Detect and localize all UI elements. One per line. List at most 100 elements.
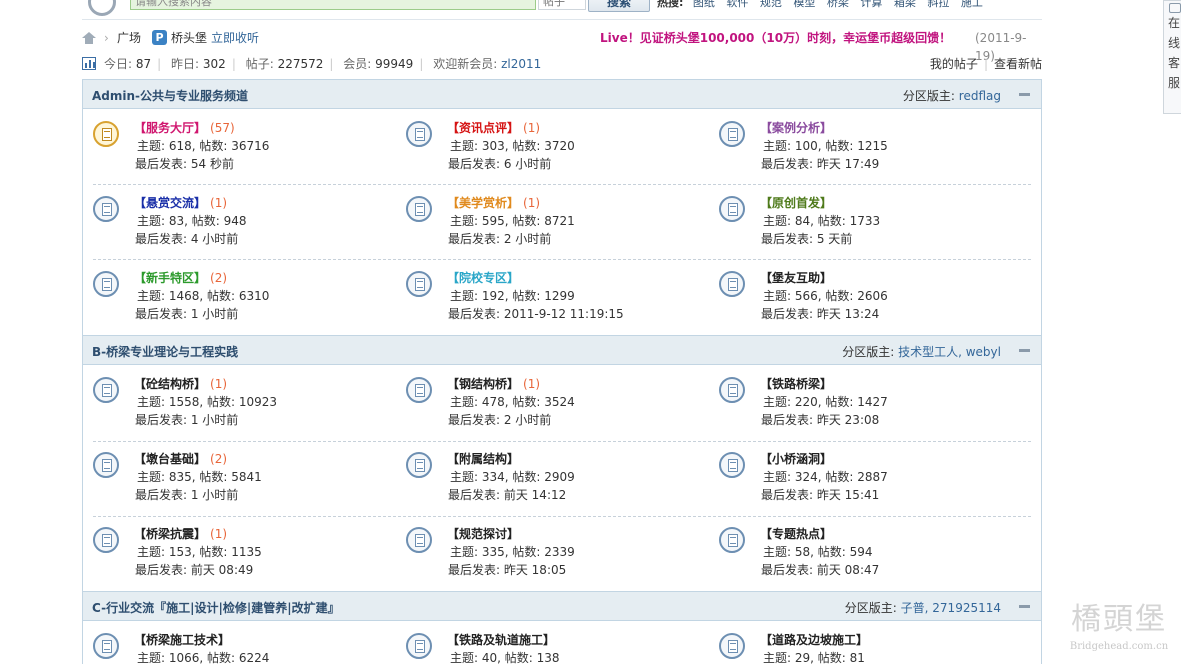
search-type-select[interactable]: 帖子 xyxy=(538,0,586,10)
forum-cell[interactable]: 【钢结构桥】 (1) 主题: 478, 帖数: 3524 最后发表: 2 小时前 xyxy=(406,375,718,439)
forum-last-post[interactable]: 最后发表: 昨天 13:24 xyxy=(761,305,879,322)
collapse-icon[interactable] xyxy=(1019,605,1030,608)
forum-cell[interactable]: 【规范探讨】 主题: 335, 帖数: 2339 最后发表: 昨天 18:05 xyxy=(406,525,718,589)
hot-term[interactable]: 斜拉 xyxy=(927,0,949,9)
forum-cell[interactable]: 【桥梁施工技术】 主题: 1066, 帖数: 6224 xyxy=(93,631,405,664)
forum-last-post[interactable]: 最后发表: 1 小时前 xyxy=(135,411,238,428)
forum-icon[interactable] xyxy=(93,527,119,553)
promo-link[interactable]: Live！见证桥头堡100,000（10万）时刻，幸运堡币超级回馈！ xyxy=(600,29,951,47)
newest-member-link[interactable]: zl2011 xyxy=(501,57,541,71)
forum-cell[interactable]: 【铁路及轨道施工】 主题: 40, 帖数: 138 xyxy=(406,631,718,664)
forum-icon[interactable] xyxy=(406,377,432,403)
search-button[interactable]: 搜索 xyxy=(588,0,650,12)
forum-icon[interactable] xyxy=(719,377,745,403)
forum-icon[interactable] xyxy=(406,271,432,297)
search-icon[interactable] xyxy=(88,0,116,16)
forum-link[interactable]: 【美学赏析】 xyxy=(447,196,519,210)
breadcrumb-brand[interactable]: 桥头堡 xyxy=(171,29,207,47)
forum-last-post[interactable]: 最后发表: 前天 08:47 xyxy=(761,561,879,578)
forum-last-post[interactable]: 最后发表: 6 小时前 xyxy=(448,155,551,172)
home-icon[interactable] xyxy=(82,32,97,45)
forum-icon[interactable] xyxy=(719,271,745,297)
forum-link[interactable]: 【钢结构桥】 xyxy=(447,377,519,391)
hot-term[interactable]: 施工 xyxy=(961,0,983,9)
search-input[interactable]: 请输入搜索内容 xyxy=(130,0,536,10)
moderator-links[interactable]: 子普, 271925114 xyxy=(901,601,1001,615)
forum-last-post[interactable]: 最后发表: 昨天 18:05 xyxy=(448,561,566,578)
forum-last-post[interactable]: 最后发表: 54 秒前 xyxy=(135,155,234,172)
forum-last-post[interactable]: 最后发表: 昨天 23:08 xyxy=(761,411,879,428)
section-title[interactable]: B-桥梁专业理论与工程实践 xyxy=(92,343,238,360)
forum-cell[interactable]: 【堡友互助】 主题: 566, 帖数: 2606 最后发表: 昨天 13:24 xyxy=(719,269,1031,333)
forum-icon[interactable] xyxy=(719,121,745,147)
forum-icon[interactable] xyxy=(406,527,432,553)
forum-last-post[interactable]: 最后发表: 前天 14:12 xyxy=(448,486,566,503)
forum-link[interactable]: 【堡友互助】 xyxy=(760,271,832,285)
forum-link[interactable]: 【桥梁抗震】 xyxy=(134,527,206,541)
forum-icon[interactable] xyxy=(93,196,119,222)
forum-icon[interactable] xyxy=(719,527,745,553)
forum-last-post[interactable]: 最后发表: 昨天 15:41 xyxy=(761,486,879,503)
forum-last-post[interactable]: 最后发表: 1 小时前 xyxy=(135,486,238,503)
breadcrumb-plaza[interactable]: 广场 xyxy=(117,29,141,47)
forum-cell[interactable]: 【原创首发】 主题: 84, 帖数: 1733 最后发表: 5 天前 xyxy=(719,194,1031,258)
forum-link[interactable]: 【铁路及轨道施工】 xyxy=(447,633,555,647)
forum-cell[interactable]: 【资讯点评】 (1) 主题: 303, 帖数: 3720 最后发表: 6 小时前 xyxy=(406,119,718,183)
new-posts-link[interactable]: 查看新帖 xyxy=(994,57,1042,71)
forum-icon[interactable] xyxy=(406,633,432,659)
forum-link[interactable]: 【悬赏交流】 xyxy=(134,196,206,210)
forum-last-post[interactable]: 最后发表: 1 小时前 xyxy=(135,305,238,322)
forum-link[interactable]: 【附属结构】 xyxy=(447,452,519,466)
forum-last-post[interactable]: 最后发表: 5 天前 xyxy=(761,230,852,247)
forum-link[interactable]: 【新手特区】 xyxy=(134,271,206,285)
forum-cell[interactable]: 【砼结构桥】 (1) 主题: 1558, 帖数: 10923 最后发表: 1 小时前 xyxy=(93,375,405,439)
forum-icon[interactable] xyxy=(93,452,119,478)
forum-icon[interactable] xyxy=(406,121,432,147)
forum-cell[interactable]: 【小桥涵洞】 主题: 324, 帖数: 2887 最后发表: 昨天 15:41 xyxy=(719,450,1031,514)
forum-cell[interactable]: 【道路及边坡施工】 主题: 29, 帖数: 81 xyxy=(719,631,1031,664)
forum-last-post[interactable]: 最后发表: 2011-9-12 11:19:15 xyxy=(448,305,624,322)
forum-icon[interactable] xyxy=(93,377,119,403)
section-title[interactable]: C-行业交流『施工|设计|检修|建管养|改扩建』 xyxy=(92,599,340,616)
online-service-panel[interactable]: 在 线 客 服 xyxy=(1163,0,1181,114)
forum-icon[interactable] xyxy=(719,196,745,222)
forum-link[interactable]: 【资讯点评】 xyxy=(447,121,519,135)
forum-link[interactable]: 【服务大厅】 xyxy=(134,121,206,135)
forum-last-post[interactable]: 最后发表: 2 小时前 xyxy=(448,411,551,428)
forum-cell[interactable]: 【专题热点】 主题: 58, 帖数: 594 最后发表: 前天 08:47 xyxy=(719,525,1031,589)
hot-term[interactable]: 箱梁 xyxy=(894,0,916,9)
forum-icon[interactable] xyxy=(719,633,745,659)
moderator-links[interactable]: 技术型工人, webyl xyxy=(898,345,1001,359)
forum-cell[interactable]: 【铁路桥梁】 主题: 220, 帖数: 1427 最后发表: 昨天 23:08 xyxy=(719,375,1031,439)
forum-cell[interactable]: 【院校专区】 主题: 192, 帖数: 1299 最后发表: 2011-9-12 1… xyxy=(406,269,718,333)
forum-last-post[interactable]: 最后发表: 昨天 17:49 xyxy=(761,155,879,172)
hot-term[interactable]: 软件 xyxy=(726,0,748,9)
forum-cell[interactable]: 【墩台基础】 (2) 主题: 835, 帖数: 5841 最后发表: 1 小时前 xyxy=(93,450,405,514)
forum-icon[interactable] xyxy=(719,452,745,478)
collapse-icon[interactable] xyxy=(1019,349,1030,352)
forum-cell[interactable]: 【美学赏析】 (1) 主题: 595, 帖数: 8721 最后发表: 2 小时前 xyxy=(406,194,718,258)
forum-last-post[interactable]: 最后发表: 前天 08:49 xyxy=(135,561,253,578)
forum-link[interactable]: 【案例分析】 xyxy=(760,121,832,135)
forum-link[interactable]: 【铁路桥梁】 xyxy=(760,377,832,391)
forum-new-icon[interactable] xyxy=(93,121,119,147)
forum-cell[interactable]: 【附属结构】 主题: 334, 帖数: 2909 最后发表: 前天 14:12 xyxy=(406,450,718,514)
collapse-icon[interactable] xyxy=(1019,93,1030,96)
hot-term[interactable]: 规范 xyxy=(760,0,782,9)
forum-icon[interactable] xyxy=(406,452,432,478)
hot-term[interactable]: 桥梁 xyxy=(827,0,849,9)
forum-icon[interactable] xyxy=(93,271,119,297)
forum-cell[interactable]: 【桥梁抗震】 (1) 主题: 153, 帖数: 1135 最后发表: 前天 08:49 xyxy=(93,525,405,589)
hot-term[interactable]: 计算 xyxy=(860,0,882,9)
forum-link[interactable]: 【墩台基础】 xyxy=(134,452,206,466)
forum-icon[interactable] xyxy=(406,196,432,222)
forum-link[interactable]: 【桥梁施工技术】 xyxy=(134,633,230,647)
follow-link[interactable]: 立即收听 xyxy=(211,29,259,47)
forum-link[interactable]: 【小桥涵洞】 xyxy=(760,452,832,466)
my-posts-link[interactable]: 我的帖子 xyxy=(930,57,978,71)
forum-icon[interactable] xyxy=(93,633,119,659)
forum-link[interactable]: 【原创首发】 xyxy=(760,196,832,210)
forum-link[interactable]: 【道路及边坡施工】 xyxy=(760,633,868,647)
moderator-links[interactable]: redflag xyxy=(959,89,1001,103)
forum-cell[interactable]: 【服务大厅】 (57) 主题: 618, 帖数: 36716 最后发表: 54 秒前 xyxy=(93,119,405,183)
